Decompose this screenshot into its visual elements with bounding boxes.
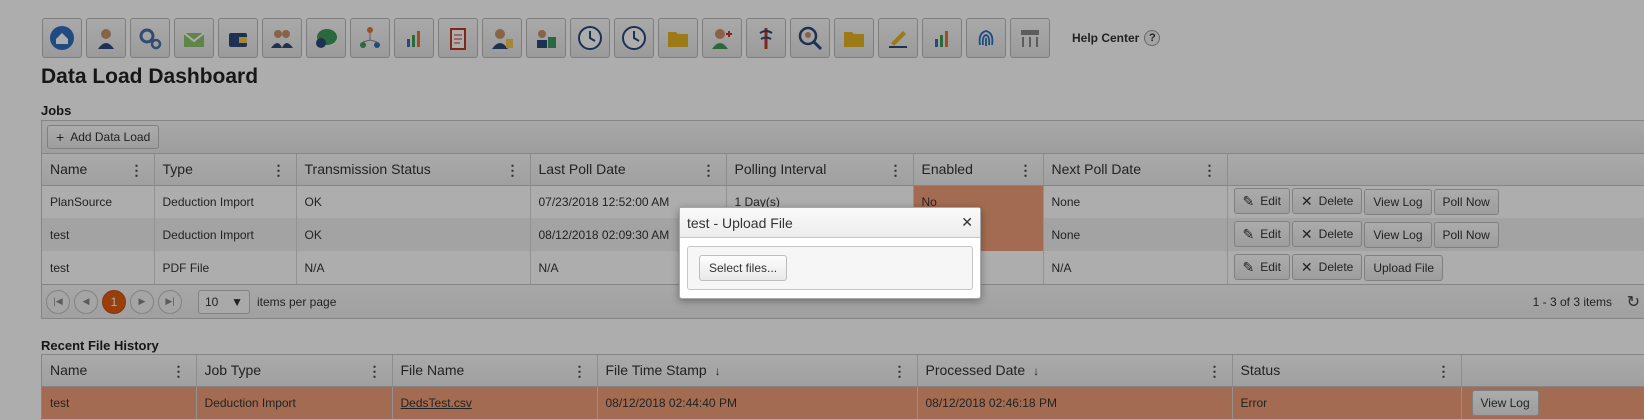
upload-dropzone: Select files... — [687, 246, 973, 290]
close-icon[interactable]: ✕ — [961, 214, 973, 231]
upload-file-dialog: test - Upload File ✕ Select files... — [679, 207, 981, 299]
dialog-header: test - Upload File ✕ — [680, 208, 980, 238]
select-files-button[interactable]: Select files... — [699, 255, 788, 281]
dialog-title: test - Upload File — [687, 214, 793, 231]
